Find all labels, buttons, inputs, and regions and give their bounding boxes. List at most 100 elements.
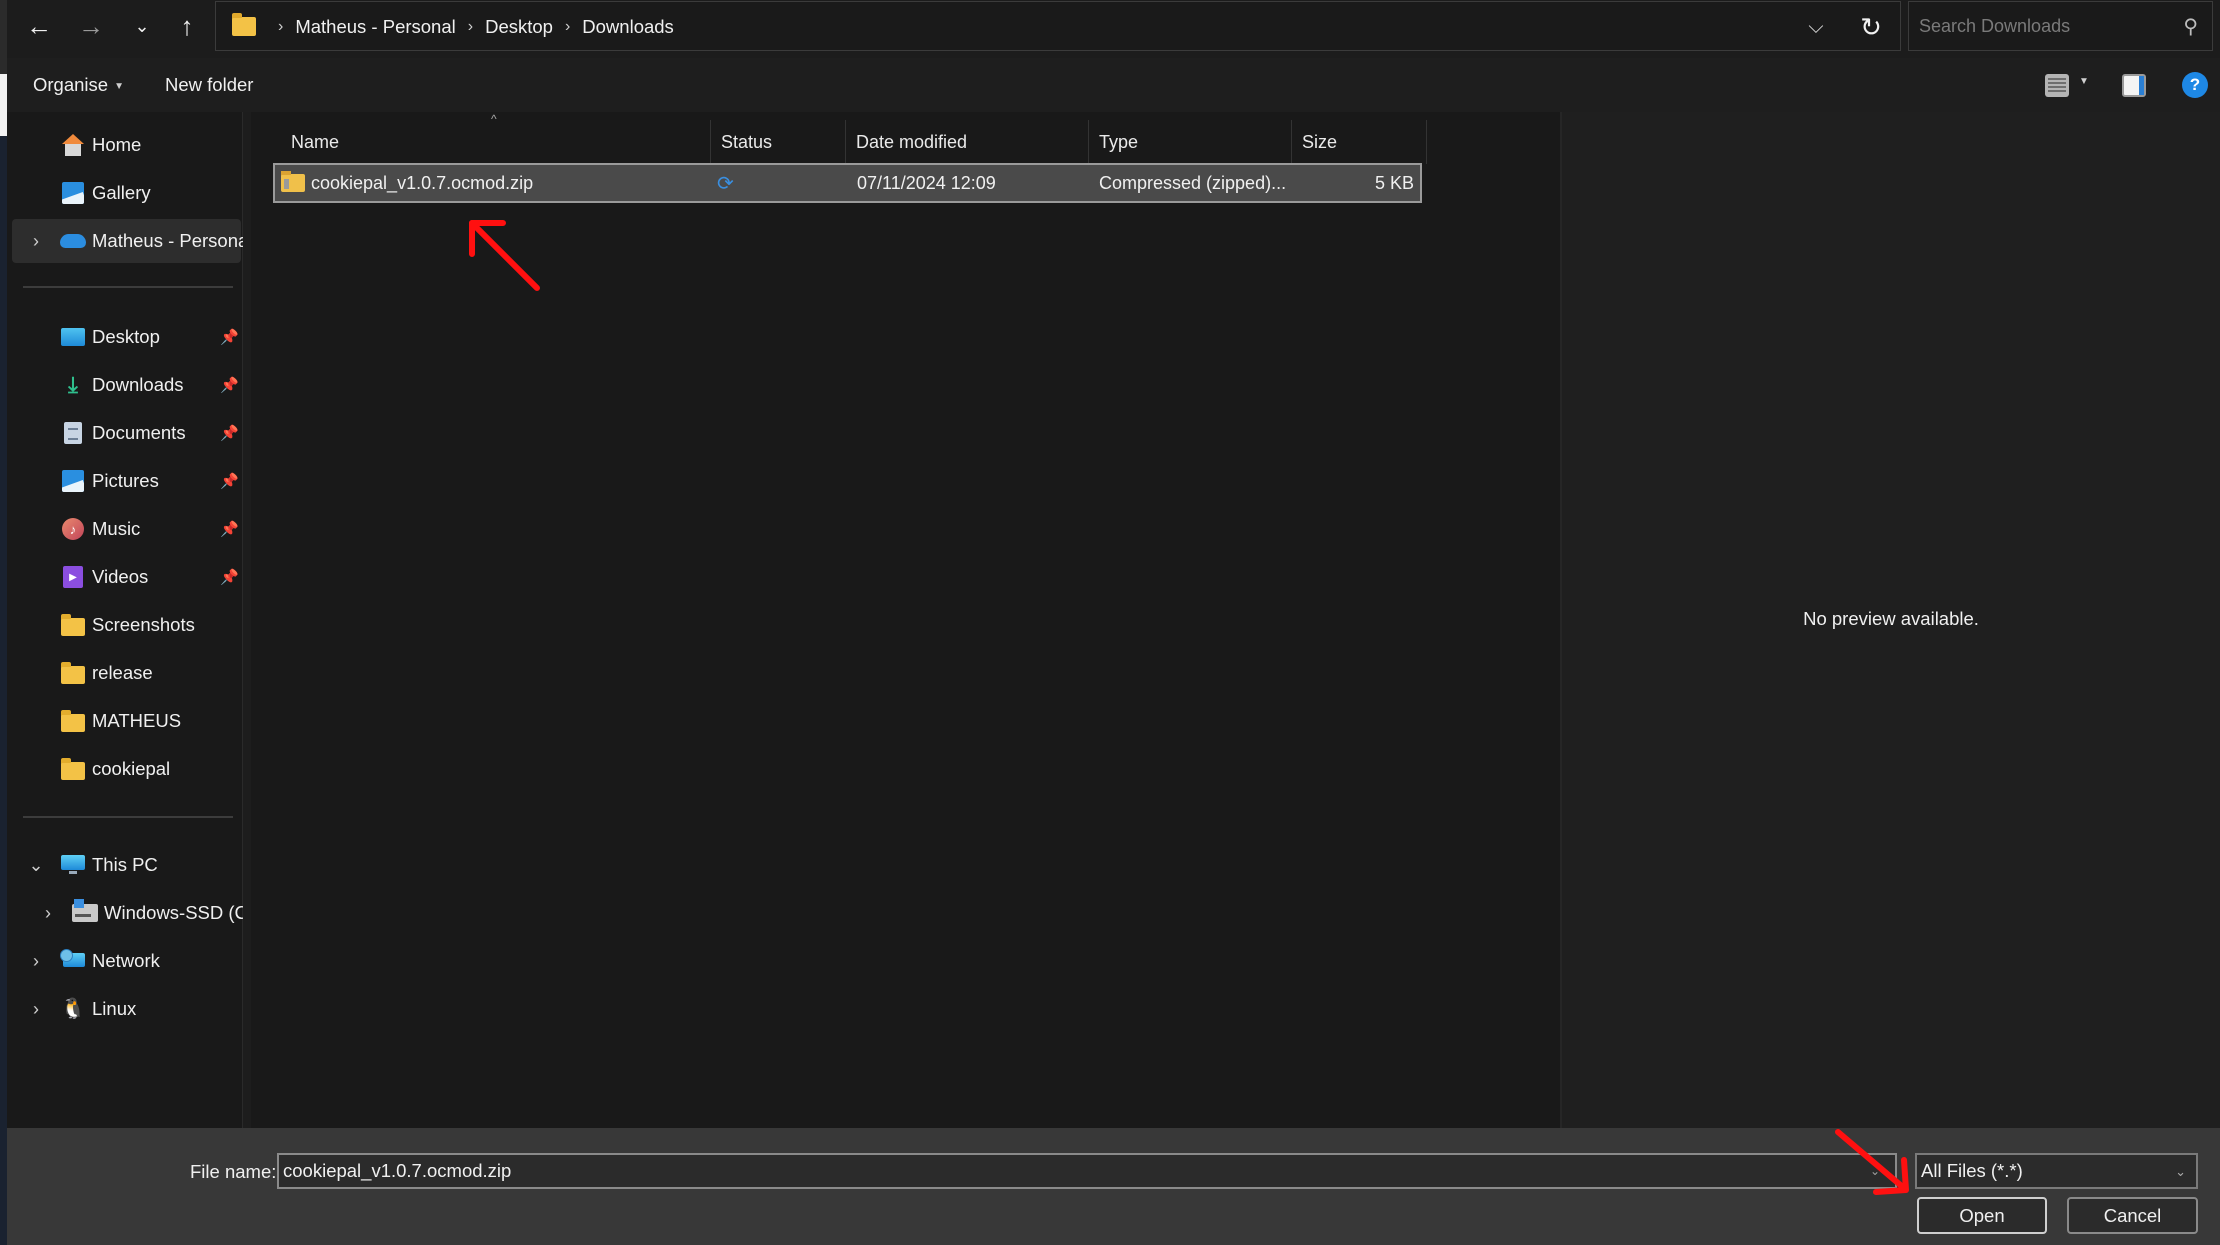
sidebar-item-label: Matheus - Personal (92, 230, 253, 251)
sidebar-item-label: Documents (92, 422, 186, 443)
sidebar-item-label: Network (92, 950, 160, 971)
sidebar-item-music[interactable]: ♪ Music 📌 (12, 507, 241, 551)
linux-penguin-icon: 🐧 (60, 998, 86, 1020)
organise-menu-button[interactable]: Organise ▼ (33, 74, 124, 96)
pane-splitter[interactable] (243, 112, 251, 1128)
view-options-dropdown[interactable]: ▼ (2079, 76, 2089, 87)
sidebar-item-label: Home (92, 134, 142, 155)
sidebar-item-gallery[interactable]: Gallery (12, 171, 241, 215)
caret-down-icon: ▼ (114, 80, 124, 92)
home-icon (60, 134, 86, 156)
file-name-input[interactable] (277, 1153, 1897, 1189)
breadcrumb-separator: › (467, 18, 474, 35)
sidebar-item-label: Gallery (92, 182, 151, 203)
arrow-left-icon: ← (26, 10, 52, 41)
network-icon (60, 949, 86, 972)
preview-pane-toggle[interactable] (2122, 74, 2146, 97)
sidebar-item-matheus-personal[interactable]: › Matheus - Personal (12, 219, 252, 263)
forward-button[interactable]: → (71, 8, 111, 44)
refresh-button[interactable]: ↻ (1856, 12, 1886, 42)
chevron-down-icon[interactable]: ⌄ (28, 855, 44, 876)
sidebar-item-label: Music (92, 518, 141, 539)
folder-icon (60, 757, 86, 780)
breadcrumb-item-desktop[interactable]: Desktop (485, 16, 553, 38)
chevron-right-icon[interactable]: › (40, 903, 56, 924)
pin-icon: 📌 (220, 377, 239, 394)
address-history-dropdown[interactable]: ⌵ (1802, 14, 1830, 40)
address-bar[interactable]: › Matheus - Personal › Desktop › Downloa… (215, 1, 1901, 51)
download-icon: ⤓ (68, 372, 78, 397)
folder-icon (232, 13, 256, 36)
sidebar-item-label: release (92, 662, 153, 683)
pin-icon: 📌 (220, 329, 239, 346)
breadcrumb-item-matheus-personal[interactable]: Matheus - Personal (295, 16, 455, 38)
sidebar-item-this-pc[interactable]: ⌄ This PC (12, 843, 241, 887)
arrow-right-icon: → (78, 10, 104, 41)
drive-icon (72, 899, 98, 924)
file-name-history-dropdown[interactable]: ⌄ (1870, 1164, 1880, 1178)
column-header-status[interactable]: Status (711, 120, 846, 164)
background-window-strip (0, 0, 7, 1245)
background-window-dark (0, 0, 7, 74)
navigation-pane[interactable]: Home Gallery › Matheus - Personal Deskto… (7, 112, 259, 1128)
file-type-filter-value: All Files (*.*) (1921, 1160, 2023, 1181)
sidebar-item-linux[interactable]: › 🐧 Linux (12, 987, 241, 1031)
chevron-down-icon: ⌄ (2175, 1164, 2186, 1179)
sidebar-divider (23, 816, 233, 818)
file-name-label: File name: (190, 1161, 277, 1182)
folder-icon (60, 709, 86, 732)
this-pc-icon (60, 854, 86, 876)
sidebar-item-label: Desktop (92, 326, 160, 347)
sidebar-item-label: Screenshots (92, 614, 195, 635)
file-type-filter-select[interactable]: All Files (*.*) ⌄ (1915, 1153, 2198, 1189)
arrow-up-icon: ↑ (180, 10, 194, 41)
new-folder-button[interactable]: New folder (165, 74, 253, 96)
chevron-right-icon[interactable]: › (28, 951, 44, 972)
breadcrumb-item-downloads[interactable]: Downloads (582, 16, 674, 38)
column-header-name[interactable]: Name (251, 120, 711, 164)
column-header-type[interactable]: Type (1089, 120, 1292, 164)
gallery-icon (60, 182, 86, 204)
file-row[interactable]: cookiepal_v1.0.7.ocmod.zip ⟳ 07/11/2024 … (273, 163, 1422, 203)
pin-icon: 📌 (220, 521, 239, 538)
sync-status-icon: ⟳ (717, 172, 734, 195)
help-button[interactable]: ? (2182, 72, 2208, 98)
sidebar-item-label: Linux (92, 998, 137, 1019)
chevron-down-icon: ⌵ (1808, 15, 1824, 38)
cancel-button[interactable]: Cancel (2067, 1197, 2198, 1234)
breadcrumb: › Matheus - Personal › Desktop › Downloa… (266, 2, 674, 52)
change-view-button[interactable] (2045, 74, 2069, 97)
preview-pane: No preview available. (1560, 112, 2220, 1128)
no-preview-message: No preview available. (1803, 608, 1979, 629)
sidebar-item-screenshots[interactable]: Screenshots (12, 603, 241, 647)
breadcrumb-separator: › (564, 18, 571, 35)
sidebar-item-matheus[interactable]: MATHEUS (12, 699, 241, 743)
sidebar-item-label: Windows-SSD (C:) (104, 902, 260, 923)
open-button[interactable]: Open (1917, 1197, 2047, 1234)
sidebar-item-cookiepal[interactable]: cookiepal (12, 747, 241, 791)
search-input[interactable]: Search Downloads ⚲ (1908, 1, 2213, 51)
pin-icon: 📌 (220, 569, 239, 586)
sidebar-item-documents[interactable]: Documents 📌 (12, 411, 241, 455)
sidebar-divider (23, 286, 233, 288)
sidebar-item-downloads[interactable]: ⤓ Downloads 📌 (12, 363, 241, 407)
chevron-right-icon[interactable]: › (28, 999, 44, 1020)
sidebar-item-videos[interactable]: ▶ Videos 📌 (12, 555, 241, 599)
open-file-dialog: ← → ⌄ ↑ › Matheus - Personal › Desktop ›… (7, 0, 2220, 1245)
file-size: 5 KB (1374, 172, 1414, 193)
column-header-date-modified[interactable]: Date modified (846, 120, 1089, 164)
column-header-size[interactable]: Size (1292, 120, 1427, 164)
up-button[interactable]: ↑ (167, 8, 207, 44)
chevron-right-icon[interactable]: › (28, 231, 44, 252)
sidebar-item-desktop[interactable]: Desktop 📌 (12, 315, 241, 359)
sidebar-item-windows-ssd[interactable]: › Windows-SSD (C:) (12, 891, 259, 935)
pin-icon: 📌 (220, 473, 239, 490)
sidebar-item-pictures[interactable]: Pictures 📌 (12, 459, 241, 503)
back-button[interactable]: ← (19, 8, 59, 44)
sidebar-item-release[interactable]: release (12, 651, 241, 695)
recent-locations-button[interactable]: ⌄ (122, 8, 162, 44)
sidebar-item-home[interactable]: Home (12, 123, 241, 167)
file-date-modified: 07/11/2024 12:09 (857, 172, 996, 193)
sidebar-item-network[interactable]: › Network (12, 939, 241, 983)
breadcrumb-separator: › (278, 18, 284, 35)
